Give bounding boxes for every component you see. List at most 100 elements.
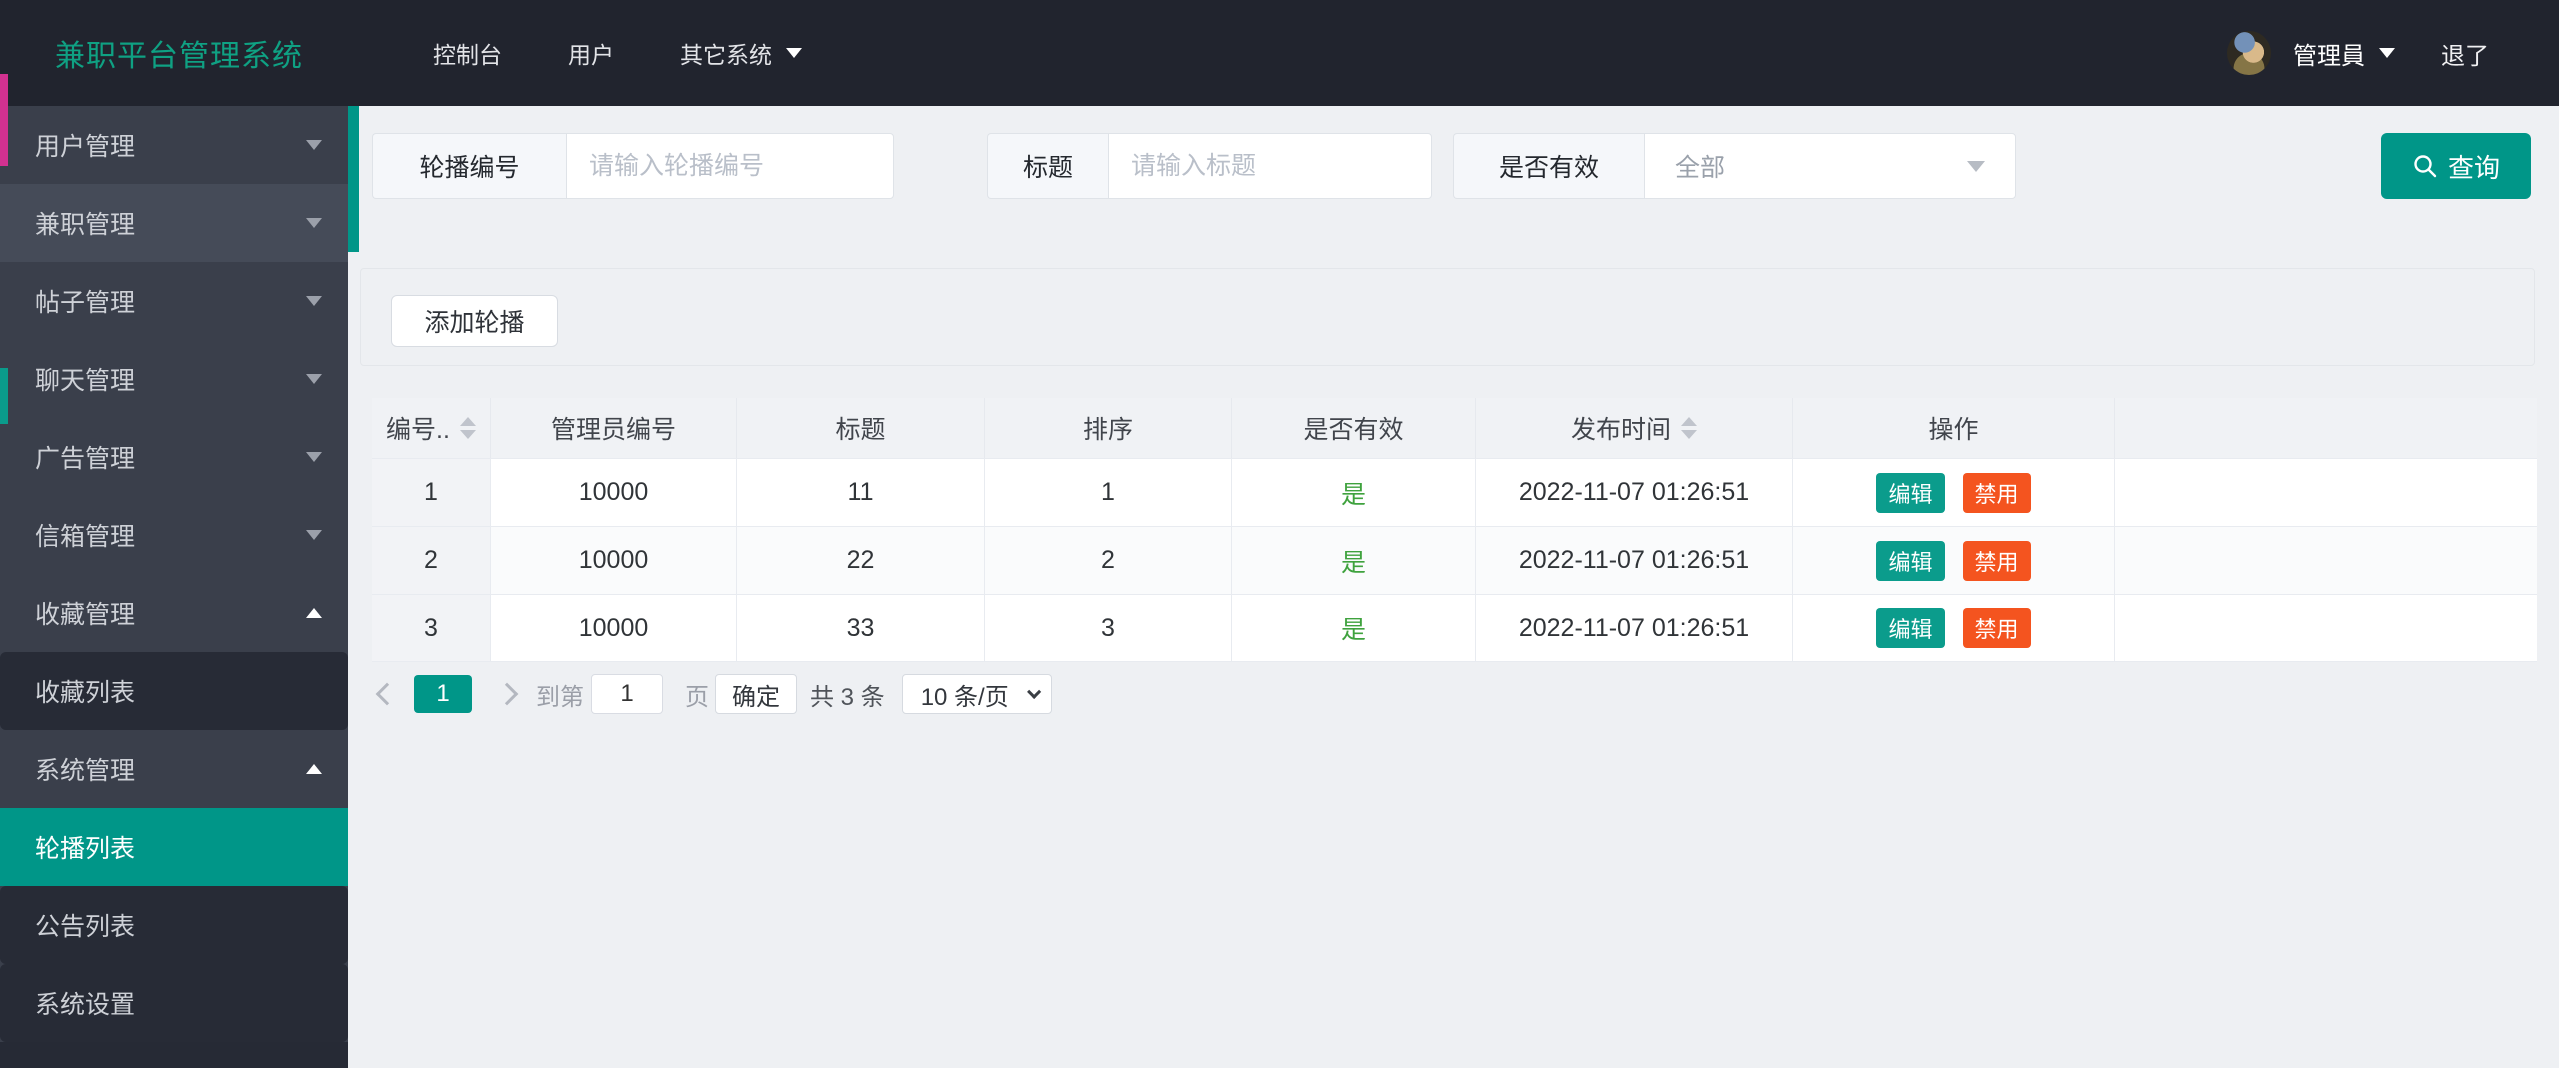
edit-button[interactable]: 编辑 xyxy=(1876,473,1944,513)
next-page-icon[interactable] xyxy=(496,683,519,706)
goto-label: 到第 xyxy=(536,677,584,712)
sidebar-item-label: 系统管理 xyxy=(35,751,135,787)
table-header: 编号..管理员编号标题排序是否有效发布时间操作 xyxy=(372,398,2537,458)
page-size-select[interactable]: 10 条/页 xyxy=(902,674,1052,714)
search-icon xyxy=(2412,153,2438,179)
sidebar-item[interactable]: 收藏列表 xyxy=(0,652,348,730)
app-title: 兼职平台管理系统 xyxy=(55,31,303,75)
add-carousel-button[interactable]: 添加轮播 xyxy=(391,295,558,347)
sidebar-item[interactable]: 系统管理 xyxy=(0,730,348,808)
sidebar-item[interactable]: 公告列表 xyxy=(0,886,348,964)
username-dropdown[interactable]: 管理員 xyxy=(2293,36,2365,71)
column-header: 是否有效 xyxy=(1232,398,1476,458)
column-header-label: 管理员编号 xyxy=(551,410,676,446)
sidebar-item[interactable]: 系统设置 xyxy=(0,964,348,1042)
table-cell: 是 xyxy=(1232,527,1476,594)
sidebar-item[interactable]: 兼职管理 xyxy=(0,184,348,262)
sidebar-item-label: 用户管理 xyxy=(35,127,135,163)
sidebar-item[interactable]: 聊天管理 xyxy=(0,340,348,418)
chevron-down-icon xyxy=(786,48,802,58)
page-unit-label: 页 xyxy=(685,677,709,712)
page-size-value: 10 条/页 xyxy=(921,677,1027,712)
nav-item-console[interactable]: 控制台 xyxy=(433,36,502,70)
chevron-down-icon xyxy=(1027,685,1041,699)
sidebar-scrollbar-thumb[interactable] xyxy=(348,106,359,252)
scrollbar-thumb-teal[interactable] xyxy=(0,368,8,424)
goto-page-input[interactable] xyxy=(591,674,663,714)
sidebar-item[interactable]: 用户管理 xyxy=(0,106,348,184)
table-cell: 33 xyxy=(737,595,985,661)
title-input[interactable] xyxy=(1108,133,1432,199)
table-cell: 2022-11-07 01:26:51 xyxy=(1476,459,1793,526)
table-cell: 3 xyxy=(372,595,491,661)
page-number-button[interactable]: 1 xyxy=(414,675,472,713)
chevron-up-icon xyxy=(306,764,322,774)
filter-is-valid: 是否有效 全部 xyxy=(1453,133,2016,199)
column-header-label: 是否有效 xyxy=(1303,410,1403,446)
sidebar-item[interactable]: 轮播列表 xyxy=(0,808,348,886)
filter-carousel-id: 轮播编号 xyxy=(372,133,894,199)
nav-item-other-systems[interactable]: 其它系统 xyxy=(680,36,802,70)
actions-cell: 编辑禁用 xyxy=(1793,527,2115,594)
sort-icon[interactable] xyxy=(460,417,476,439)
prev-page-icon[interactable] xyxy=(376,683,399,706)
main-content: 轮播编号 标题 是否有效 全部 查询 添加轮播 编号..管理员编号标题排序是否有… xyxy=(348,106,2559,1044)
column-header: 标题 xyxy=(737,398,985,458)
is-valid-label: 是否有效 xyxy=(1453,133,1644,199)
sidebar-item-label: 广告管理 xyxy=(35,439,135,475)
sidebar-clipped-item xyxy=(0,1042,348,1068)
sidebar-item-label: 聊天管理 xyxy=(35,361,135,397)
confirm-button[interactable]: 确定 xyxy=(715,674,797,714)
chevron-down-icon[interactable] xyxy=(2379,48,2395,58)
avatar[interactable] xyxy=(2227,31,2271,75)
pagination-bar: 1 到第 页 确定 共 3 条 10 条/页 xyxy=(372,671,2559,717)
navbar-right: 管理員 退了 xyxy=(2227,31,2489,75)
nav-item-user[interactable]: 用户 xyxy=(568,36,614,70)
table-cell: 11 xyxy=(737,459,985,526)
sidebar-item[interactable]: 信箱管理 xyxy=(0,496,348,574)
table-cell: 2022-11-07 01:26:51 xyxy=(1476,527,1793,594)
sidebar-menu: 用户管理兼职管理帖子管理聊天管理广告管理信箱管理收藏管理收藏列表系统管理轮播列表… xyxy=(0,106,348,1044)
search-button[interactable]: 查询 xyxy=(2381,133,2531,199)
sidebar-item[interactable]: 广告管理 xyxy=(0,418,348,496)
carousel-id-label: 轮播编号 xyxy=(372,133,566,199)
column-header[interactable]: 发布时间 xyxy=(1476,398,1793,458)
table-cell: 22 xyxy=(737,527,985,594)
disable-button[interactable]: 禁用 xyxy=(1963,608,2031,648)
actions-cell: 编辑禁用 xyxy=(1793,459,2115,526)
sidebar-item-label: 收藏列表 xyxy=(35,673,135,709)
filter-title: 标题 xyxy=(987,133,1432,199)
disable-button[interactable]: 禁用 xyxy=(1963,541,2031,581)
edit-button[interactable]: 编辑 xyxy=(1876,608,1944,648)
sidebar-item-label: 信箱管理 xyxy=(35,517,135,553)
carousel-id-input[interactable] xyxy=(566,133,894,199)
chevron-down-icon xyxy=(306,452,322,462)
table-cell: 2 xyxy=(985,527,1232,594)
column-header[interactable]: 编号.. xyxy=(372,398,491,458)
column-header xyxy=(2115,398,2535,458)
edit-button[interactable]: 编辑 xyxy=(1876,541,1944,581)
sidebar-item-label: 系统设置 xyxy=(35,985,135,1021)
sort-icon[interactable] xyxy=(1681,417,1697,439)
logout-button[interactable]: 退了 xyxy=(2441,36,2489,71)
table-row: 110000111是2022-11-07 01:26:51编辑禁用 xyxy=(372,458,2537,526)
column-header-label: 标题 xyxy=(835,410,885,446)
toolbar-panel: 添加轮播 xyxy=(360,268,2535,366)
chevron-down-icon xyxy=(306,218,322,228)
table-cell: 是 xyxy=(1232,595,1476,661)
actions-cell: 编辑禁用 xyxy=(1793,595,2115,661)
sidebar-item[interactable]: 收藏管理 xyxy=(0,574,348,652)
sidebar-item[interactable]: 帖子管理 xyxy=(0,262,348,340)
chevron-down-icon xyxy=(306,140,322,150)
table-cell: 10000 xyxy=(491,459,737,526)
scrollbar-thumb-pink[interactable] xyxy=(0,74,8,166)
disable-button[interactable]: 禁用 xyxy=(1963,473,2031,513)
chevron-down-icon xyxy=(306,296,322,306)
table-row: 210000222是2022-11-07 01:26:51编辑禁用 xyxy=(372,526,2537,594)
chevron-down-icon xyxy=(306,530,322,540)
table-cell: 1 xyxy=(372,459,491,526)
is-valid-select[interactable]: 全部 xyxy=(1644,133,2016,199)
sidebar-item-label: 兼职管理 xyxy=(35,205,135,241)
top-navbar: 兼职平台管理系统 控制台 用户 其它系统 管理員 退了 xyxy=(0,0,2559,106)
table-cell: 是 xyxy=(1232,459,1476,526)
